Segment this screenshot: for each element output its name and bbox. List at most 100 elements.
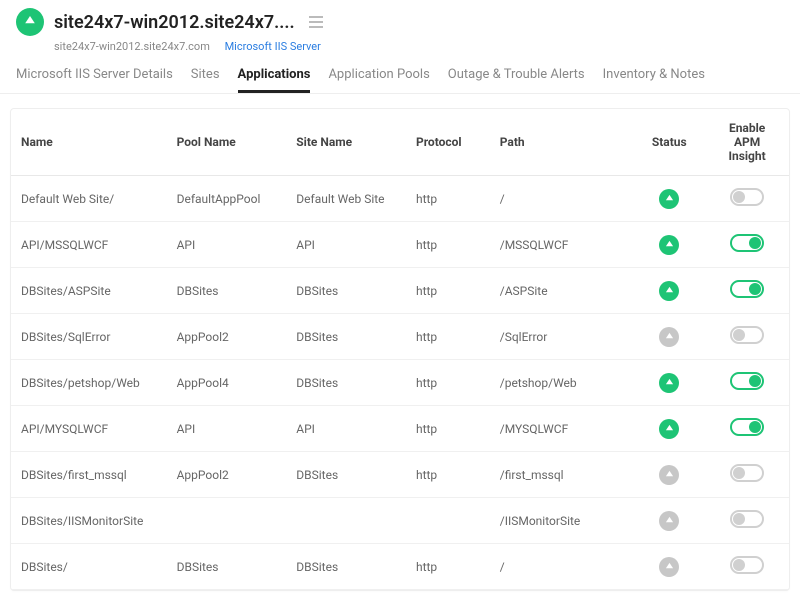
cell-pool xyxy=(167,498,287,544)
cell-name: DBSites/petshop/Web xyxy=(11,360,167,406)
cell-name: Default Web Site/ xyxy=(11,176,167,222)
cell-protocol: http xyxy=(406,176,490,222)
cell-name: API/MYSQLWCF xyxy=(11,406,167,452)
cell-status xyxy=(633,314,705,360)
cell-path: /MSSQLWCF xyxy=(490,222,634,268)
status-up-icon xyxy=(659,281,679,301)
cell-protocol: http xyxy=(406,268,490,314)
tab-inventory-notes[interactable]: Inventory & Notes xyxy=(603,61,705,93)
cell-protocol xyxy=(406,498,490,544)
cell-status xyxy=(633,222,705,268)
table-row: DBSites/first_mssqlAppPool2DBSiteshttp/f… xyxy=(11,452,789,498)
apm-toggle[interactable] xyxy=(730,418,764,436)
status-down-icon xyxy=(659,511,679,531)
cell-path: /MYSQLWCF xyxy=(490,406,634,452)
tab-microsoft-iis-server-details[interactable]: Microsoft IIS Server Details xyxy=(16,61,173,93)
apm-toggle[interactable] xyxy=(730,188,764,206)
cell-apm xyxy=(705,452,789,498)
cell-name: DBSites/IISMonitorSite xyxy=(11,498,167,544)
cell-pool: DefaultAppPool xyxy=(167,176,287,222)
col-status[interactable]: Status xyxy=(633,109,705,176)
status-up-icon xyxy=(659,419,679,439)
cell-pool: AppPool4 xyxy=(167,360,287,406)
cell-status xyxy=(633,360,705,406)
cell-apm xyxy=(705,360,789,406)
table-row: DBSites/ASPSiteDBSitesDBSiteshttp/ASPSit… xyxy=(11,268,789,314)
apm-toggle[interactable] xyxy=(730,556,764,574)
status-up-icon xyxy=(659,235,679,255)
cell-path: / xyxy=(490,176,634,222)
cell-name: DBSites/SqlError xyxy=(11,314,167,360)
cell-site: DBSites xyxy=(286,360,406,406)
col-pool[interactable]: Pool Name xyxy=(167,109,287,176)
cell-apm xyxy=(705,268,789,314)
apm-toggle[interactable] xyxy=(730,510,764,528)
status-down-icon xyxy=(659,327,679,347)
table-row: API/MYSQLWCFAPIAPIhttp/MYSQLWCF xyxy=(11,406,789,452)
cell-site: DBSites xyxy=(286,544,406,590)
table-row: Default Web Site/DefaultAppPoolDefault W… xyxy=(11,176,789,222)
tabs: Microsoft IIS Server Details Sites Applica… xyxy=(0,61,800,94)
cell-pool: API xyxy=(167,406,287,452)
breadcrumb-host: site24x7-win2012.site24x7.com xyxy=(54,40,210,53)
cell-apm xyxy=(705,544,789,590)
cell-name: DBSites/ASPSite xyxy=(11,268,167,314)
cell-site: API xyxy=(286,222,406,268)
cell-pool: AppPool2 xyxy=(167,452,287,498)
cell-path: /IISMonitorSite xyxy=(490,498,634,544)
cell-pool: API xyxy=(167,222,287,268)
table-row: API/MSSQLWCFAPIAPIhttp/MSSQLWCF xyxy=(11,222,789,268)
tab-application-pools[interactable]: Application Pools xyxy=(328,61,429,93)
table-row: DBSites/DBSitesDBSiteshttp/ xyxy=(11,544,789,590)
cell-pool: DBSites xyxy=(167,268,287,314)
cell-protocol: http xyxy=(406,544,490,590)
cell-apm xyxy=(705,498,789,544)
col-protocol[interactable]: Protocol xyxy=(406,109,490,176)
cell-status xyxy=(633,452,705,498)
cell-apm xyxy=(705,314,789,360)
status-up-icon xyxy=(659,373,679,393)
table-row: DBSites/petshop/WebAppPool4DBSiteshttp/p… xyxy=(11,360,789,406)
apm-toggle[interactable] xyxy=(730,234,764,252)
cell-path: /first_mssql xyxy=(490,452,634,498)
apm-toggle[interactable] xyxy=(730,326,764,344)
cell-path: / xyxy=(490,544,634,590)
server-status-icon xyxy=(16,8,44,36)
cell-status xyxy=(633,498,705,544)
cell-protocol: http xyxy=(406,314,490,360)
cell-protocol: http xyxy=(406,406,490,452)
tab-outage-trouble-alerts[interactable]: Outage & Trouble Alerts xyxy=(448,61,585,93)
apm-toggle[interactable] xyxy=(730,372,764,390)
cell-protocol: http xyxy=(406,452,490,498)
breadcrumb-link[interactable]: Microsoft IIS Server xyxy=(225,40,321,53)
apm-toggle[interactable] xyxy=(730,280,764,298)
status-up-icon xyxy=(659,189,679,209)
cell-name: DBSites/first_mssql xyxy=(11,452,167,498)
cell-status xyxy=(633,406,705,452)
col-name[interactable]: Name xyxy=(11,109,167,176)
cell-path: /ASPSite xyxy=(490,268,634,314)
cell-name: API/MSSQLWCF xyxy=(11,222,167,268)
status-down-icon xyxy=(659,465,679,485)
cell-pool: AppPool2 xyxy=(167,314,287,360)
breadcrumb: site24x7-win2012.site24x7.com Microsoft … xyxy=(54,40,784,53)
cell-status xyxy=(633,268,705,314)
col-site[interactable]: Site Name xyxy=(286,109,406,176)
status-down-icon xyxy=(659,557,679,577)
cell-apm xyxy=(705,176,789,222)
cell-path: /petshop/Web xyxy=(490,360,634,406)
page-menu-icon[interactable] xyxy=(309,13,323,32)
tab-applications[interactable]: Applications xyxy=(238,61,311,93)
cell-site: DBSites xyxy=(286,268,406,314)
cell-path: /SqlError xyxy=(490,314,634,360)
tab-sites[interactable]: Sites xyxy=(191,61,220,93)
page-title: site24x7-win2012.site24x7.... xyxy=(54,12,295,33)
applications-table: Name Pool Name Site Name Protocol Path S… xyxy=(11,109,789,590)
cell-site xyxy=(286,498,406,544)
apm-toggle[interactable] xyxy=(730,464,764,482)
table-row: DBSites/SqlErrorAppPool2DBSiteshttp/SqlE… xyxy=(11,314,789,360)
cell-apm xyxy=(705,222,789,268)
col-path[interactable]: Path xyxy=(490,109,634,176)
cell-protocol: http xyxy=(406,360,490,406)
col-apm[interactable]: Enable APM Insight xyxy=(705,109,789,176)
